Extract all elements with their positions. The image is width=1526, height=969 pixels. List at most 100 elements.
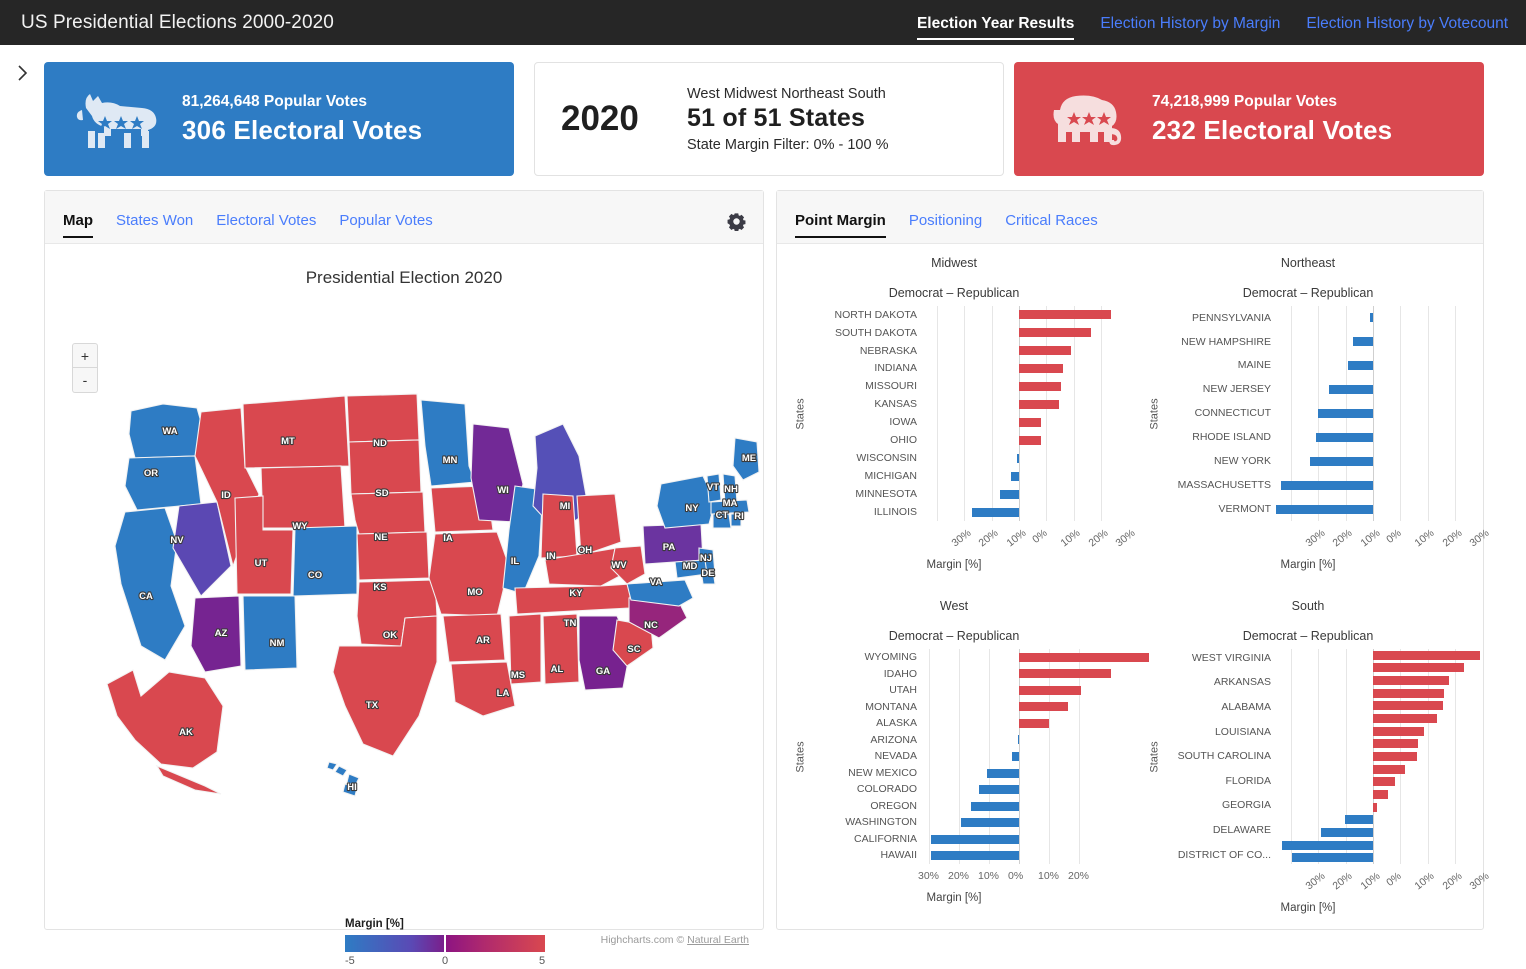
map-state-hi[interactable] xyxy=(346,773,360,787)
tab-point-margin[interactable]: Point Margin xyxy=(795,213,886,243)
map-state-ri[interactable] xyxy=(730,513,742,527)
map-state-co[interactable] xyxy=(292,525,358,597)
tab-popular-votes[interactable]: Popular Votes xyxy=(339,213,432,243)
bar[interactable] xyxy=(1019,346,1072,356)
bar[interactable] xyxy=(1373,789,1389,799)
map-state-la[interactable] xyxy=(450,661,516,717)
bar[interactable] xyxy=(1019,669,1112,679)
republican-summary-card[interactable]: 74,218,999 Popular Votes 232 Electoral V… xyxy=(1014,62,1484,176)
bar[interactable] xyxy=(930,851,1019,861)
map-state-nh[interactable] xyxy=(722,473,738,505)
bar[interactable] xyxy=(1329,385,1373,395)
map-state-nd[interactable] xyxy=(346,393,420,443)
map-credits[interactable]: Highcharts.com © Natural Earth xyxy=(601,934,749,946)
bar[interactable] xyxy=(1292,853,1373,863)
bar[interactable] xyxy=(1348,361,1373,371)
map-state-in[interactable] xyxy=(540,493,578,559)
bar[interactable] xyxy=(1373,676,1449,686)
bar[interactable] xyxy=(1011,471,1019,481)
map-state-mo[interactable] xyxy=(428,531,510,617)
map-state-wy[interactable] xyxy=(260,465,346,529)
tab-critical-races[interactable]: Critical Races xyxy=(1005,213,1098,243)
map-state-ks[interactable] xyxy=(356,531,430,581)
bar[interactable] xyxy=(1019,685,1081,695)
map-state-ca[interactable] xyxy=(114,507,186,661)
bar[interactable] xyxy=(1281,480,1373,490)
map-state-oh[interactable] xyxy=(576,493,622,557)
map-state-mt[interactable] xyxy=(242,395,350,469)
bar[interactable] xyxy=(1373,714,1437,724)
bar[interactable] xyxy=(1019,718,1050,728)
tab-positioning[interactable]: Positioning xyxy=(909,213,982,243)
bar[interactable] xyxy=(1019,328,1091,338)
sidebar-expand-chevron-right-icon[interactable] xyxy=(12,62,34,84)
bar[interactable] xyxy=(1373,752,1418,761)
map-state-me[interactable] xyxy=(732,437,760,481)
bar[interactable] xyxy=(1373,688,1445,698)
map-state-az[interactable] xyxy=(190,595,242,673)
bar[interactable] xyxy=(986,768,1019,778)
bar[interactable] xyxy=(1373,650,1480,660)
bar[interactable] xyxy=(1373,802,1377,812)
tab-map[interactable]: Map xyxy=(63,213,93,243)
map-state-ak[interactable] xyxy=(106,669,224,769)
bar[interactable] xyxy=(978,785,1019,795)
bar[interactable] xyxy=(1281,840,1373,850)
map-state-hi[interactable] xyxy=(326,761,338,771)
map-state-tn[interactable] xyxy=(514,583,632,615)
bar[interactable] xyxy=(1317,409,1373,418)
map-svg[interactable]: WAORCANVIDMTWYUTAZCONMNDSDNEKSOKTXMNIAMO… xyxy=(45,316,763,836)
us-election-map[interactable]: Presidential Election 2020 + - WA OR CA NV I… xyxy=(45,268,763,967)
bar[interactable] xyxy=(972,507,1019,517)
map-state-al[interactable] xyxy=(542,613,580,685)
bar[interactable] xyxy=(1315,432,1373,442)
bar[interactable] xyxy=(970,801,1019,811)
map-state-or[interactable] xyxy=(124,455,202,511)
bar[interactable] xyxy=(1373,777,1395,787)
map-state-ak[interactable] xyxy=(155,764,222,795)
bar[interactable] xyxy=(1352,337,1373,347)
bar[interactable] xyxy=(999,489,1019,499)
map-state-sd[interactable] xyxy=(348,439,422,495)
bar[interactable] xyxy=(1373,663,1464,673)
bar[interactable] xyxy=(1018,735,1020,745)
bar[interactable] xyxy=(1321,827,1373,837)
bar[interactable] xyxy=(1373,701,1443,711)
map-state-hi[interactable] xyxy=(334,765,348,777)
map-state-ct[interactable] xyxy=(712,513,732,529)
bar[interactable] xyxy=(1369,313,1373,323)
bar[interactable] xyxy=(1275,504,1373,514)
bar[interactable] xyxy=(1373,739,1419,749)
bar[interactable] xyxy=(1011,752,1019,761)
tab-electoral-votes[interactable]: Electoral Votes xyxy=(216,213,316,243)
map-state-vt[interactable] xyxy=(706,473,722,503)
bar[interactable] xyxy=(1345,815,1373,825)
tab-states-won[interactable]: States Won xyxy=(116,213,193,243)
bar[interactable] xyxy=(1019,310,1111,320)
map-state-mn[interactable] xyxy=(420,399,476,487)
map-state-ne[interactable] xyxy=(350,491,426,535)
bar[interactable] xyxy=(1019,364,1064,374)
map-state-nm[interactable] xyxy=(242,595,298,671)
map-state-ma[interactable] xyxy=(710,499,750,515)
bar[interactable] xyxy=(1373,764,1406,774)
bar[interactable] xyxy=(1019,400,1060,410)
nav-election-year-results[interactable]: Election Year Results xyxy=(916,15,1075,46)
bar[interactable] xyxy=(1019,382,1062,392)
map-state-ar[interactable] xyxy=(442,613,506,663)
credits-link[interactable]: Natural Earth xyxy=(687,934,749,946)
map-state-ms[interactable] xyxy=(508,613,542,685)
nav-election-history-by-votecount[interactable]: Election History by Votecount xyxy=(1306,15,1508,46)
nav-election-history-by-margin[interactable]: Election History by Margin xyxy=(1100,15,1280,46)
bar[interactable] xyxy=(931,834,1019,844)
bar[interactable] xyxy=(1019,417,1042,427)
bar[interactable] xyxy=(961,818,1019,828)
map-state-wa[interactable] xyxy=(128,403,206,459)
bar[interactable] xyxy=(1019,702,1069,712)
democrat-summary-card[interactable]: 81,264,648 Popular Votes 306 Electoral V… xyxy=(44,62,514,176)
gear-icon[interactable] xyxy=(727,212,746,232)
map-state-pa[interactable] xyxy=(642,523,704,565)
bar[interactable] xyxy=(1019,435,1041,445)
bar[interactable] xyxy=(1373,726,1425,736)
bar[interactable] xyxy=(1017,453,1019,463)
